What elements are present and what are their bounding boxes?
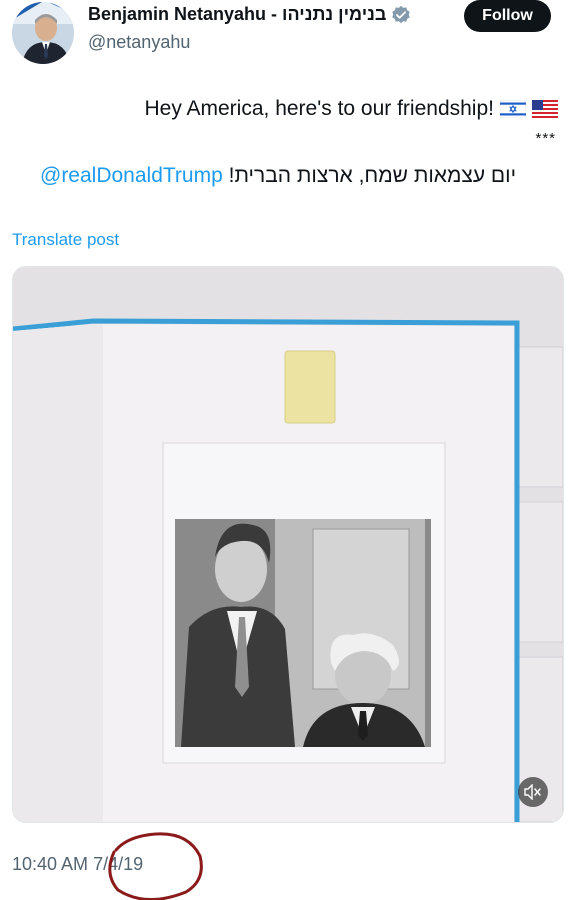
mute-button[interactable] [518, 777, 548, 807]
follow-button[interactable]: Follow [464, 0, 551, 32]
tweet-text-english: Hey America, here's to our friendship! [144, 97, 494, 120]
tweet-text-line2: @realDonaldTrump יום עצמאות שמח, ארצות ה… [40, 164, 516, 188]
separator-text: *** [535, 130, 556, 147]
tweet-text-hebrew: יום עצמאות שמח, ארצות הברית! [228, 164, 517, 187]
tweet-page: Benjamin Netanyahu - בנימין נתניהו @neta… [0, 0, 574, 900]
date-annotation-circle [108, 832, 203, 900]
tweet-media[interactable] [12, 266, 564, 823]
speaker-muted-icon [524, 784, 541, 800]
profile-photo [12, 2, 74, 64]
display-name-row[interactable]: Benjamin Netanyahu - בנימין נתניהו [88, 4, 411, 25]
user-handle[interactable]: @netanyahu [88, 32, 190, 53]
framed-photograph [13, 267, 563, 822]
translate-post-link[interactable]: Translate post [12, 230, 119, 250]
us-flag-icon [532, 100, 558, 118]
avatar[interactable] [12, 2, 74, 64]
tweet-text-line1: Hey America, here's to our friendship! [144, 97, 558, 121]
tweet-time[interactable]: 10:40 AM [12, 854, 88, 874]
display-name[interactable]: Benjamin Netanyahu - בנימין נתניהו [88, 4, 386, 25]
israel-flag-icon [500, 100, 526, 118]
verified-badge-icon [392, 5, 411, 23]
mention-link[interactable]: @realDonaldTrump [40, 164, 223, 187]
